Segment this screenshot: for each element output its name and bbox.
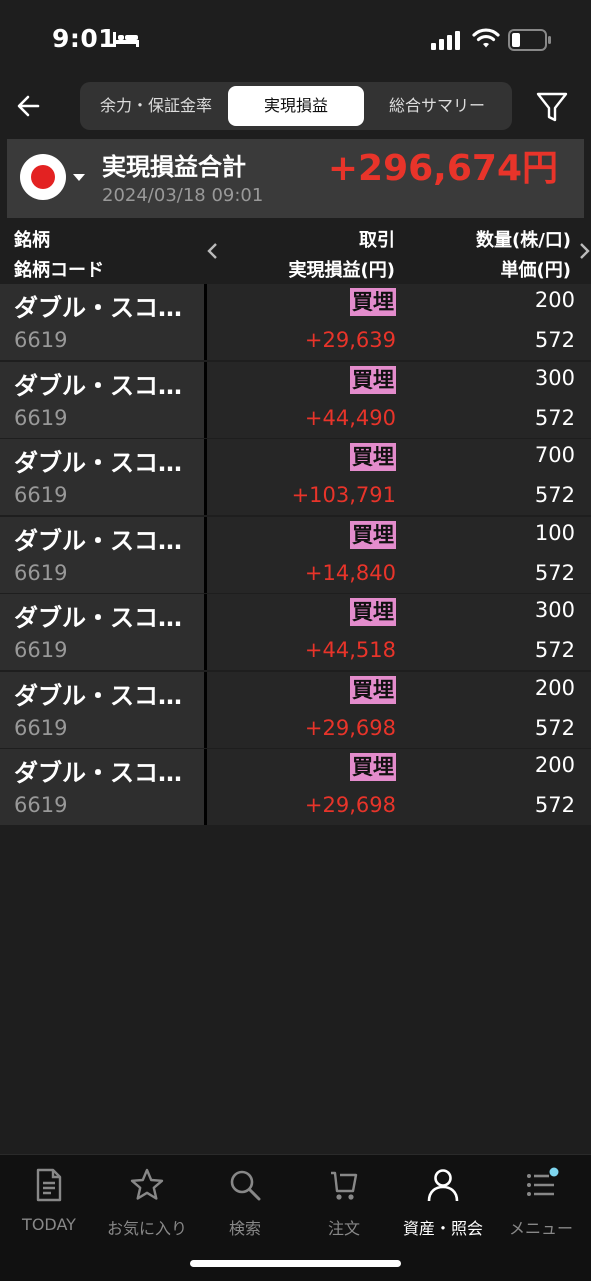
trade-type-badge: 買埋 (350, 753, 396, 781)
trade-type-badge: 買埋 (350, 598, 396, 626)
quantity-value: 300 (534, 365, 575, 390)
market-dropdown-caret-icon[interactable] (73, 174, 85, 181)
menu-icon (527, 1167, 559, 1196)
unit-price-value: 572 (534, 560, 575, 585)
home-indicator[interactable] (190, 1260, 401, 1267)
person-icon (427, 1169, 459, 1202)
realized-pnl-value: +29,698 (304, 715, 396, 740)
table-row[interactable]: ダブル・スコ… 6619 買埋 +44,490 300 572 (0, 361, 591, 438)
status-time: 9:01 (52, 24, 117, 53)
unit-price-value: 572 (534, 638, 575, 662)
realized-pnl-value: +103,791 (291, 483, 396, 507)
quantity-value: 300 (534, 598, 575, 622)
stock-name: ダブル・スコ… (14, 371, 182, 400)
tab-total-summary[interactable]: 総合サマリー (366, 86, 508, 126)
table-row[interactable]: ダブル・スコ… 6619 買埋 +29,698 200 572 (0, 749, 591, 825)
header-stock: 銘柄 (14, 230, 50, 251)
stock-name: ダブル・スコ… (14, 604, 182, 632)
tab-favorites[interactable]: お気に入り (98, 1163, 196, 1243)
status-bar: 9:01 (0, 0, 591, 78)
trade-type-badge: 買埋 (350, 443, 396, 471)
star-icon (130, 1168, 164, 1200)
stock-code: 6619 (14, 405, 68, 430)
tab-order[interactable]: 注文 (295, 1163, 393, 1243)
table-row[interactable]: ダブル・スコ… 6619 買埋 +29,698 200 572 (0, 671, 591, 748)
realized-pnl-value: +44,518 (304, 638, 396, 662)
scroll-right-chevron-icon[interactable] (577, 242, 591, 260)
quantity-value: 200 (534, 675, 575, 700)
tab-today[interactable]: TODAY (0, 1163, 98, 1243)
realized-pnl-value: +14,840 (304, 560, 396, 585)
pnl-list: ダブル・スコ… 6619 買埋 +29,639 200 572 ダブル・スコ… 6619 … (0, 284, 591, 827)
tab-assets[interactable]: 資産・照会 (394, 1163, 492, 1243)
tab-menu[interactable]: メニュー (492, 1163, 590, 1243)
tab-label: メニュー (508, 1219, 573, 1238)
filter-icon[interactable] (532, 86, 572, 126)
unit-price-value: 572 (534, 793, 575, 817)
cellular-signal-icon (431, 31, 460, 50)
quantity-value: 700 (534, 443, 575, 467)
trade-type-badge: 買埋 (350, 675, 396, 704)
search-icon (230, 1170, 261, 1201)
unit-price-value: 572 (534, 483, 575, 507)
realized-pnl-value: +29,698 (304, 793, 396, 817)
table-row[interactable]: ダブル・スコ… 6619 買埋 +14,840 100 572 (0, 516, 591, 593)
scroll-left-chevron-icon[interactable] (205, 242, 221, 260)
japan-flag-icon[interactable] (20, 154, 66, 200)
unit-price-value: 572 (534, 328, 575, 352)
wifi-icon (472, 28, 500, 48)
table-row[interactable]: ダブル・スコ… 6619 買埋 +103,791 700 572 (0, 439, 591, 515)
table-row[interactable]: ダブル・スコ… 6619 買埋 +44,518 300 572 (0, 594, 591, 670)
stock-name: ダブル・スコ… (14, 526, 182, 555)
segmented-control: 余力・保証金率 実現損益 総合サマリー (80, 82, 512, 130)
realized-pnl-value: +29,639 (304, 328, 396, 352)
summary-date: 2024/03/18 09:01 (102, 185, 264, 206)
stock-name: ダブル・スコ… (14, 759, 182, 787)
unit-price-value: 572 (534, 405, 575, 430)
header-quantity: 数量(株/口) (475, 230, 571, 251)
stock-name: ダブル・スコ… (14, 681, 182, 710)
tab-label: お気に入り (106, 1219, 187, 1238)
trade-type-badge: 買埋 (350, 288, 396, 316)
tab-label: 資産・照会 (402, 1219, 483, 1238)
tab-label: TODAY (22, 1215, 76, 1234)
summary-total-value: +296,674円 (327, 148, 558, 189)
sleep-bed-icon (113, 32, 139, 47)
stock-code: 6619 (14, 560, 68, 585)
nav-bar: 余力・保証金率 実現損益 総合サマリー (0, 78, 591, 136)
tab-realized-pnl[interactable]: 実現損益 (228, 86, 364, 126)
tab-label: 検索 (228, 1219, 261, 1238)
stock-code: 6619 (14, 483, 68, 507)
trade-type-badge: 買埋 (350, 520, 396, 549)
trade-type-badge: 買埋 (350, 365, 396, 394)
tab-label: 注文 (327, 1219, 360, 1238)
stock-name: ダブル・スコ… (14, 449, 182, 477)
realized-pnl-value: +44,490 (304, 405, 396, 430)
stock-code: 6619 (14, 328, 68, 352)
summary-title: 実現損益合計 (102, 153, 246, 181)
cart-icon (331, 1171, 358, 1200)
quantity-value: 100 (534, 520, 575, 545)
column-header: 銘柄 銘柄コード 取引 実現損益(円) 数量(株/口) 単価(円) (0, 220, 591, 282)
document-icon (36, 1168, 62, 1202)
quantity-value: 200 (534, 288, 575, 312)
unit-price-value: 572 (534, 715, 575, 740)
stock-code: 6619 (14, 638, 68, 662)
stock-code: 6619 (14, 715, 68, 740)
stock-code: 6619 (14, 793, 68, 817)
header-stock-code: 銘柄コード (14, 260, 104, 281)
table-row[interactable]: ダブル・スコ… 6619 買埋 +29,639 200 572 (0, 284, 591, 360)
realized-pnl-summary: 実現損益合計 2024/03/18 09:01 +296,674円 (7, 139, 584, 218)
battery-icon (508, 29, 551, 51)
back-arrow-icon[interactable] (14, 88, 50, 124)
header-unit-price: 単価(円) (500, 260, 571, 281)
header-realized-pnl: 実現損益(円) (288, 260, 395, 281)
quantity-value: 200 (534, 753, 575, 777)
tab-margin-ratio[interactable]: 余力・保証金率 (84, 86, 228, 126)
tab-search[interactable]: 検索 (196, 1163, 294, 1243)
header-trade: 取引 (359, 230, 395, 251)
stock-name: ダブル・スコ… (14, 294, 182, 322)
